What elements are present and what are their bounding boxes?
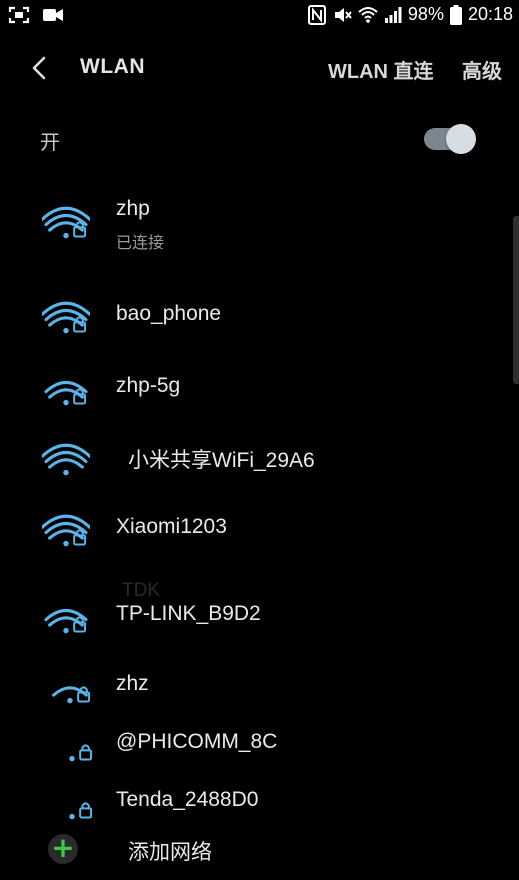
signal-icon [384,6,402,23]
network-name: bao_phone [116,302,222,325]
network-name: Tenda_2488D0 [116,788,259,811]
network-name: zhp [116,197,150,220]
network-name: Xiaomi1203 [116,515,227,538]
ghost-network-label: TDK [122,580,160,601]
wlan-direct-button[interactable]: WLAN 直连 [328,55,434,84]
network-item[interactable]: zhp 已连接 [0,195,519,252]
network-item[interactable]: zhp-5g [0,362,519,418]
wifi-status-icon [358,6,378,23]
back-arrow-icon[interactable] [26,52,54,84]
add-network-row[interactable]: + 添加网络 [0,830,519,870]
video-camera-icon [43,9,63,21]
wlan-toggle-row[interactable]: 开 [0,112,519,166]
page-title: WLAN [80,55,145,78]
advanced-button[interactable]: 高级 [462,55,502,84]
wifi-locked-icon [48,724,96,764]
wifi-locked-icon [42,368,90,408]
toggle-label: 开 [40,130,60,154]
screenshot-icon [8,6,30,24]
wlan-switch[interactable] [422,124,478,154]
battery-icon [449,4,462,25]
network-item[interactable]: Tenda_2488D0 [0,776,519,832]
scrollbar[interactable] [513,216,519,384]
battery-percent: 98% [407,4,444,24]
network-item[interactable]: TP-LINK_B9D2 [0,590,519,646]
wifi-locked-icon [48,782,96,822]
network-name: zhz [116,672,149,695]
wifi-locked-icon [46,666,94,706]
network-item[interactable]: bao_phone [0,290,519,346]
network-item[interactable]: Xiaomi1203 [0,503,519,559]
clock: 20:18 [467,4,513,24]
app-bar: WLAN WLAN 直连 高级 [0,40,519,96]
wifi-locked-icon [40,296,92,336]
add-icon[interactable]: + [48,834,78,864]
nfc-icon [307,4,326,25]
network-item[interactable]: 小米共享WiFi_29A6 [0,432,519,488]
add-network-label: 添加网络 [128,840,212,864]
wifi-locked-icon [42,596,90,636]
network-status: 已连接 [116,233,165,252]
mute-icon [334,7,352,22]
network-name: zhp-5g [116,374,181,397]
wifi-icon [40,438,92,478]
network-item[interactable]: zhz [0,660,519,716]
network-name: @PHICOMM_8C [116,730,278,753]
network-name: TP-LINK_B9D2 [116,602,261,625]
wifi-locked-icon [40,201,92,241]
status-bar: 98% 20:18 [0,0,519,32]
wifi-locked-icon [40,509,92,549]
network-item[interactable]: @PHICOMM_8C [0,718,519,774]
network-name: 小米共享WiFi_29A6 [128,449,315,472]
